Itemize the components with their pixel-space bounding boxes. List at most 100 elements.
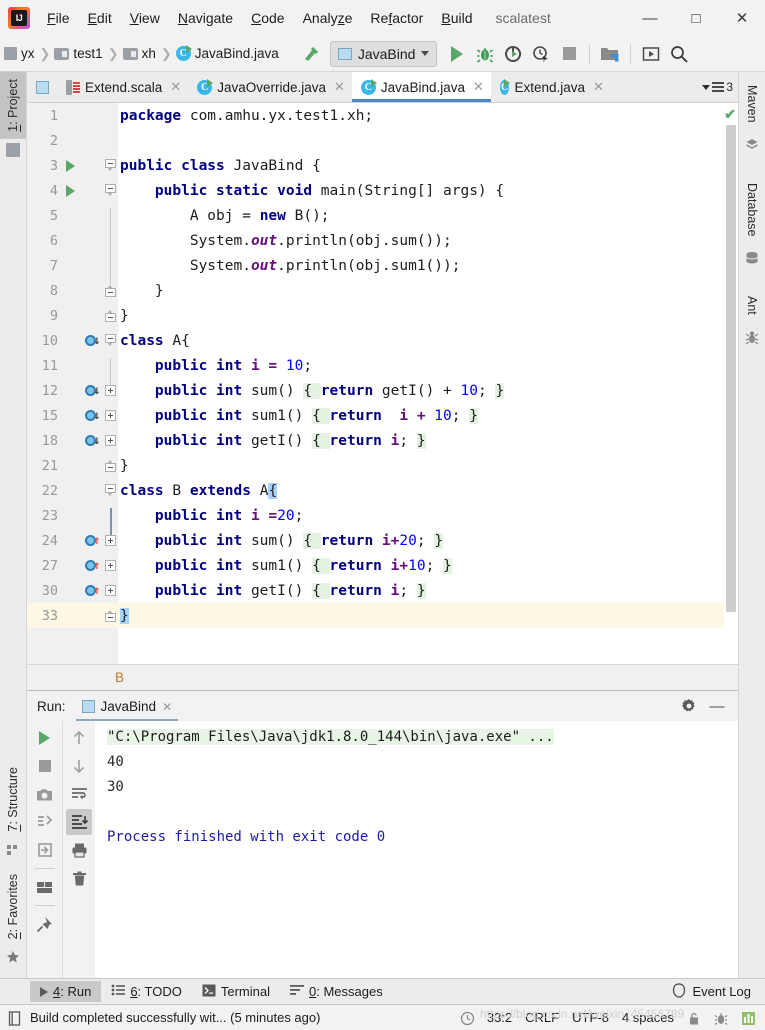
- line-number[interactable]: 23: [27, 508, 60, 524]
- code-line[interactable]: 12 ↓ public int sum() { return getI() + 1…: [27, 378, 724, 403]
- clear-all-button[interactable]: [66, 865, 92, 891]
- code-line[interactable]: 5 A obj = new B();: [27, 203, 724, 235]
- fold-expand-icon[interactable]: [104, 385, 116, 396]
- memory-indicator-icon[interactable]: [741, 1011, 755, 1025]
- line-number[interactable]: 12: [27, 383, 60, 399]
- file-encoding[interactable]: UTF-8: [572, 1010, 609, 1025]
- tab-overflow-button[interactable]: 3: [697, 72, 738, 102]
- console-output[interactable]: "C:\Program Files\Java\jdk1.8.0_144\bin\…: [95, 721, 738, 978]
- layout-button[interactable]: [32, 874, 58, 900]
- status-message[interactable]: Build completed successfully wit... (5 m…: [30, 1010, 320, 1025]
- code-line-text[interactable]: System.out.println(obj.sum1());: [118, 258, 724, 274]
- menu-analyze[interactable]: Analyze: [294, 6, 362, 30]
- menu-build[interactable]: Build: [432, 6, 481, 30]
- restore-layout-button[interactable]: [32, 809, 58, 835]
- document-icon[interactable]: [8, 1010, 22, 1026]
- tab-javaoverride-java[interactable]: JavaOverride.java ✕: [188, 72, 352, 102]
- fold-expand-icon[interactable]: [104, 535, 116, 546]
- close-icon[interactable]: ✕: [162, 700, 172, 714]
- code-line[interactable]: 9}: [27, 303, 724, 328]
- code-line[interactable]: 6 System.out.println(obj.sum());: [27, 228, 724, 260]
- fold-region-end-icon[interactable]: [104, 284, 116, 297]
- implemented-method-icon[interactable]: ↓: [84, 334, 101, 347]
- fold-region-start-icon[interactable]: [104, 484, 116, 497]
- code-line[interactable]: 10 ↓ class A{: [27, 328, 724, 353]
- overriding-method-icon[interactable]: ↑: [84, 559, 101, 572]
- code-line-text[interactable]: public int sum1() { return i+10; }: [118, 557, 724, 574]
- code-line[interactable]: 33}: [27, 603, 724, 628]
- stop-button[interactable]: [32, 753, 58, 779]
- snapshot-button[interactable]: [32, 781, 58, 807]
- sidebar-item-database[interactable]: Database: [739, 176, 765, 244]
- line-number[interactable]: 11: [27, 358, 60, 374]
- bug-icon[interactable]: [714, 1011, 728, 1025]
- down-button[interactable]: [66, 753, 92, 779]
- export-button[interactable]: [32, 837, 58, 863]
- breadcrumb-item-module[interactable]: yx: [2, 44, 38, 63]
- code-line-text[interactable]: A obj = new B();: [118, 208, 724, 224]
- line-number[interactable]: 9: [27, 308, 60, 324]
- pin-tab-button[interactable]: [32, 911, 58, 937]
- overriding-method-icon[interactable]: ↑: [84, 534, 101, 547]
- code-line[interactable]: 24 ↑ public int sum() { return i+20; }: [27, 528, 724, 553]
- code-line-text[interactable]: class B extends A{: [118, 482, 724, 499]
- code-line[interactable]: 18 ↓ public int getI() { return i; }: [27, 428, 724, 453]
- fold-region-start-icon[interactable]: [104, 184, 116, 197]
- code-line[interactable]: 23 public int i =20;: [27, 503, 724, 535]
- line-number[interactable]: 1: [27, 108, 60, 124]
- caret-position[interactable]: 33:2: [487, 1010, 512, 1025]
- menu-file[interactable]: File: [38, 6, 79, 30]
- settings-gear-button[interactable]: [676, 693, 702, 719]
- bottom-item-run[interactable]: 4: Run: [30, 981, 102, 1002]
- close-icon[interactable]: ✕: [334, 79, 345, 95]
- sidebar-item-favorites[interactable]: 2: Favorites: [0, 867, 26, 946]
- fold-region-end-icon[interactable]: [104, 609, 116, 622]
- line-separator[interactable]: CRLF: [525, 1010, 559, 1025]
- breadcrumb-item-test1[interactable]: test1: [52, 44, 105, 63]
- code-line[interactable]: 15 ↓ public int sum1() { return i + 10; }: [27, 403, 724, 428]
- menu-refactor[interactable]: Refactor: [361, 6, 432, 30]
- code-line[interactable]: 8 }: [27, 278, 724, 303]
- line-number[interactable]: 22: [27, 483, 60, 499]
- gutter-run-icon[interactable]: [60, 159, 80, 172]
- project-structure-button[interactable]: [596, 40, 624, 68]
- line-number[interactable]: 24: [27, 533, 60, 549]
- fold-expand-icon[interactable]: [104, 435, 116, 446]
- breadcrumb-item-file[interactable]: JavaBind.java: [174, 44, 282, 63]
- clock-icon[interactable]: [460, 1011, 474, 1025]
- sidebar-item-structure[interactable]: 7: Structure: [0, 760, 26, 839]
- code-line[interactable]: 7 System.out.println(obj.sum1());: [27, 253, 724, 285]
- line-number[interactable]: 7: [27, 258, 60, 274]
- menu-code[interactable]: Code: [242, 6, 293, 30]
- code-line[interactable]: 30 ↑ public int getI() { return i; }: [27, 578, 724, 603]
- implemented-method-icon[interactable]: ↓: [84, 434, 101, 447]
- code-line[interactable]: 2: [27, 128, 724, 153]
- fold-expand-icon[interactable]: [104, 585, 116, 596]
- rerun-button[interactable]: [32, 725, 58, 751]
- code-line[interactable]: 11 public int i = 10;: [27, 353, 724, 385]
- maximize-button[interactable]: □: [673, 0, 719, 36]
- close-icon[interactable]: ✕: [473, 79, 484, 95]
- close-icon[interactable]: ✕: [170, 79, 181, 95]
- line-number[interactable]: 3: [27, 158, 60, 174]
- stop-button[interactable]: [555, 40, 583, 68]
- tab-javabind-java[interactable]: JavaBind.java ✕: [351, 72, 491, 102]
- line-number[interactable]: 27: [27, 558, 60, 574]
- line-number[interactable]: 8: [27, 283, 60, 299]
- minimize-button[interactable]: —: [627, 0, 673, 36]
- scroll-to-end-button[interactable]: [66, 809, 92, 835]
- code-line-text[interactable]: public int i = 10;: [118, 358, 724, 374]
- tab-extend-java[interactable]: Extend.java ✕: [491, 72, 611, 102]
- fold-region-start-icon[interactable]: [104, 159, 116, 172]
- scrollbar-thumb[interactable]: [726, 125, 736, 612]
- close-button[interactable]: ✕: [719, 0, 765, 36]
- search-everywhere-button[interactable]: [665, 40, 693, 68]
- close-icon[interactable]: ✕: [593, 79, 604, 95]
- run-with-coverage-button[interactable]: [499, 40, 527, 68]
- hide-panel-button[interactable]: —: [704, 693, 730, 719]
- code-line-text[interactable]: public class JavaBind {: [118, 158, 724, 174]
- code-line-text[interactable]: public int sum1() { return i + 10; }: [118, 407, 724, 424]
- code-line-text[interactable]: }: [118, 308, 724, 324]
- code-line-text[interactable]: public int getI() { return i; }: [118, 432, 724, 449]
- code-line-text[interactable]: public int i =20;: [118, 508, 724, 524]
